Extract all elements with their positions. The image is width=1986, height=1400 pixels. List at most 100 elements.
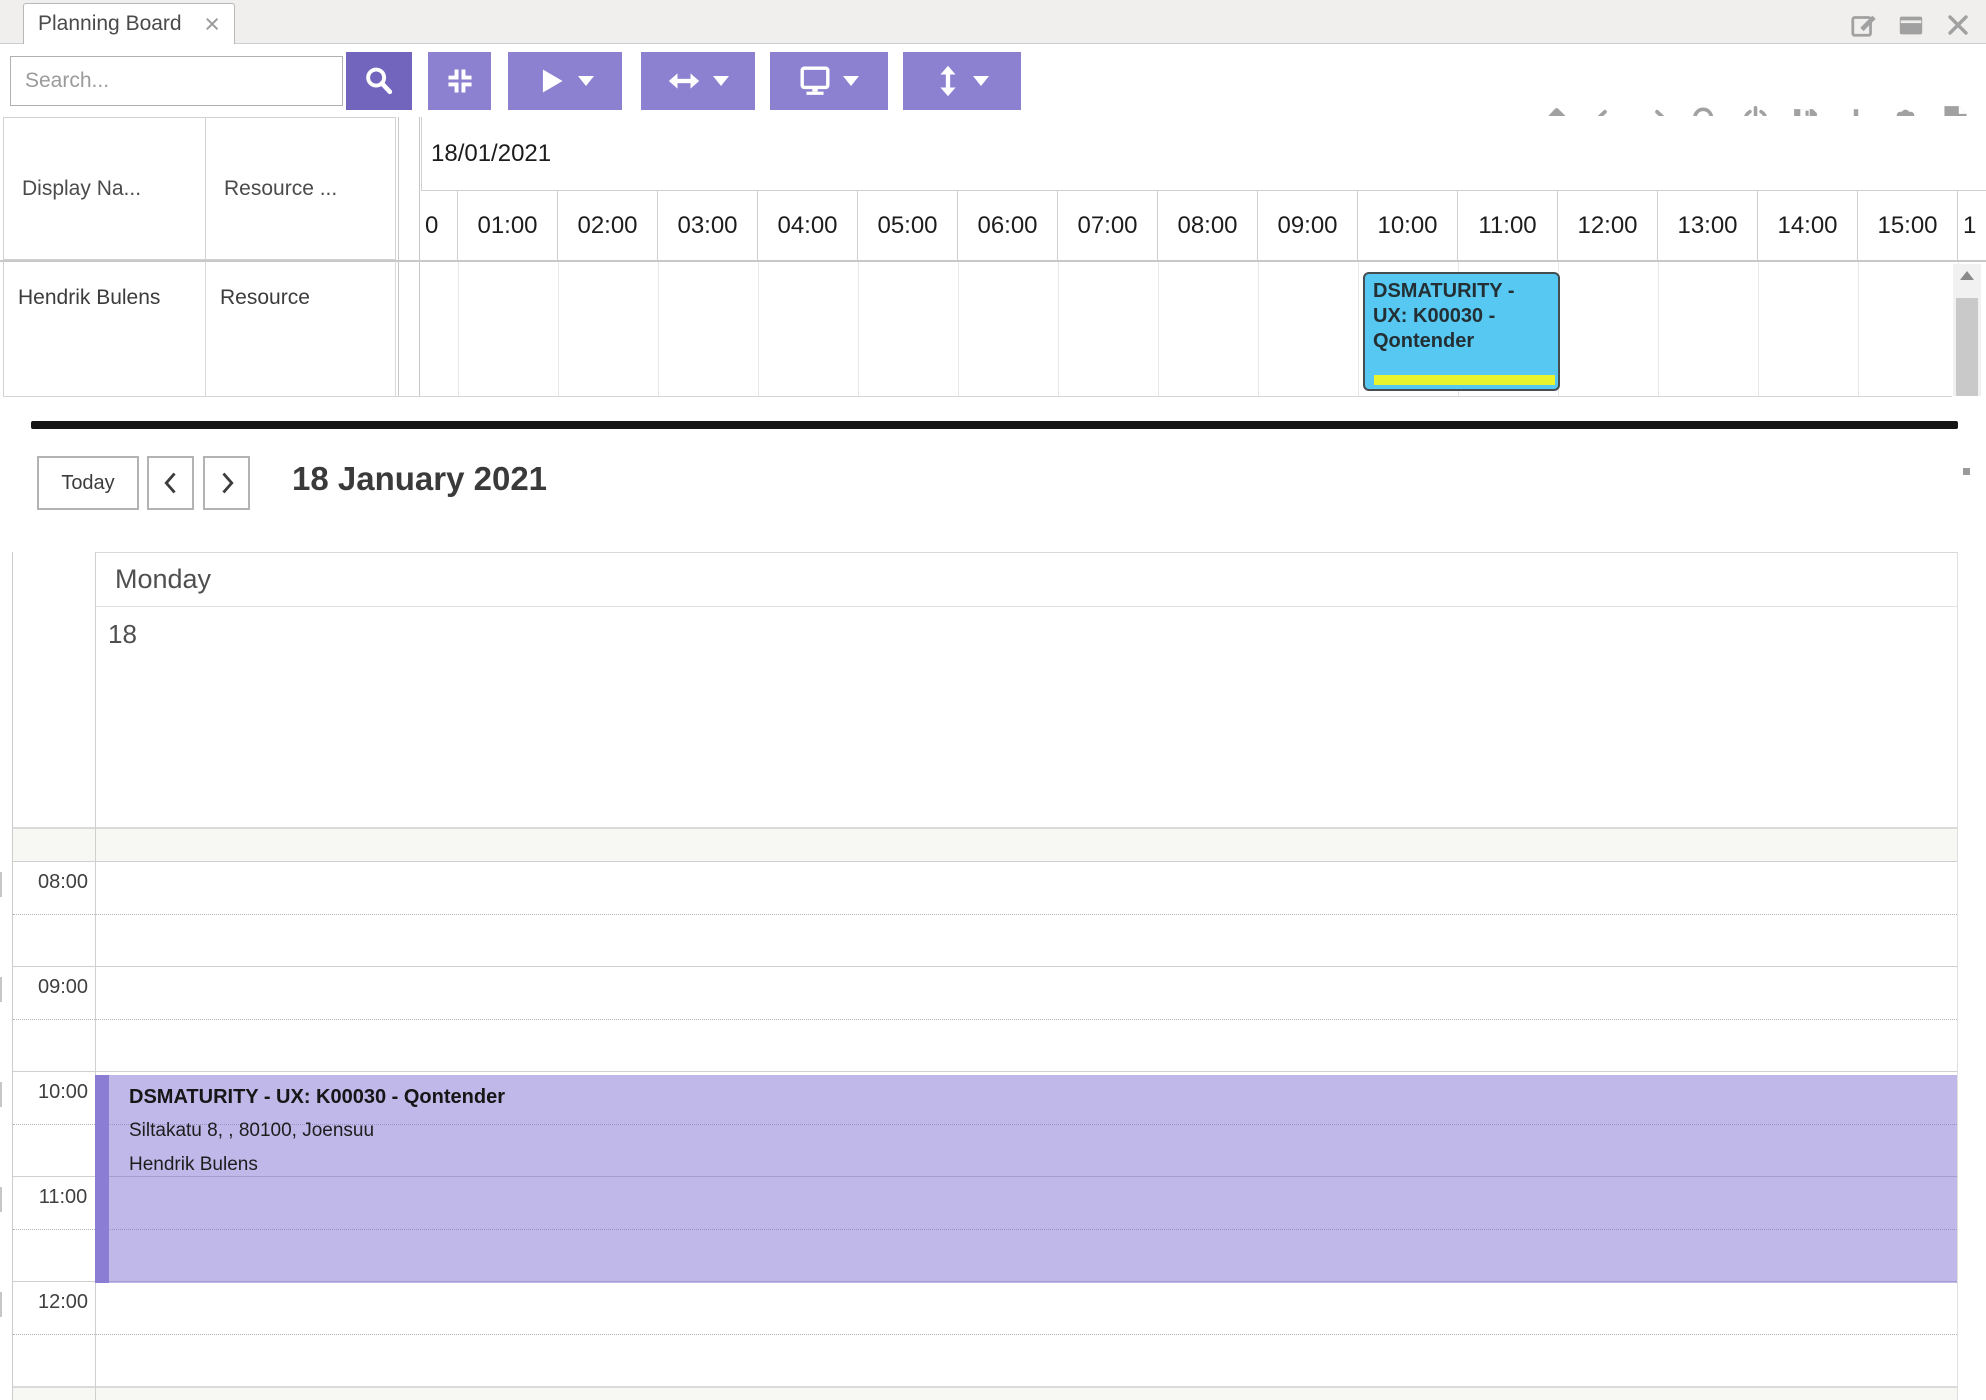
next-day-button[interactable]	[203, 456, 250, 510]
day-view-event[interactable]: DSMATURITY - UX: K00030 - Qontender Silt…	[95, 1075, 1957, 1283]
column-header-resource[interactable]: Resource ...	[205, 117, 396, 260]
event-title: DSMATURITY - UX: K00030 - Qontender	[129, 1086, 505, 1109]
scrollbar-thumb[interactable]	[1956, 298, 1978, 396]
column-header-display-name[interactable]: Display Na...	[3, 117, 205, 260]
chevron-down-icon	[843, 76, 859, 86]
ruler-tick	[0, 1082, 2, 1107]
tab-bar: Planning Board ×	[0, 0, 1986, 44]
hour-label: 11:00	[27, 1186, 99, 1209]
time-tick: 10:00	[1358, 191, 1458, 260]
chevron-down-icon	[578, 76, 594, 86]
hour-row-12[interactable]: 12:00	[13, 1281, 1957, 1386]
ruler-tick	[0, 1292, 2, 1317]
ruler-tick	[0, 977, 2, 1002]
event-text: DSMATURITY - UX: K00030 - Qontender Silt…	[129, 1086, 505, 1188]
time-tick: 01:00	[458, 191, 558, 260]
hour-row-08[interactable]: 08:00	[13, 861, 1957, 966]
today-label: Today	[61, 472, 114, 495]
scheduler-event-title: DSMATURITY - UX: K00030 - Qontender	[1373, 280, 1514, 352]
search-input[interactable]	[10, 56, 343, 106]
resource-cell-display-name: Hendrik Bulens	[3, 262, 205, 396]
resource-display-name: Hendrik Bulens	[18, 286, 160, 309]
vertical-fit-button[interactable]	[903, 52, 1021, 110]
half-hour-line	[13, 1019, 1957, 1020]
tab-close-icon[interactable]: ×	[204, 14, 220, 34]
day-number-label: 18	[108, 619, 137, 649]
timeline-hours-header: 0 01:00 02:00 03:00 04:00 05:00 06:00 07…	[421, 191, 1986, 260]
event-address: Siltakatu 8, , 80100, Joensuu	[129, 1120, 505, 1142]
time-tick: 0	[421, 191, 458, 260]
monitor-icon	[799, 65, 831, 97]
resource-type: Resource	[220, 286, 310, 309]
day-name-label: Monday	[115, 564, 211, 595]
time-tick: 12:00	[1558, 191, 1658, 260]
all-day-cell[interactable]: 18	[95, 607, 1957, 827]
timeline-date-header: 18/01/2021	[421, 117, 1986, 191]
half-hour-line	[13, 1334, 1957, 1335]
date-label: 18/01/2021	[431, 140, 551, 168]
hour-label: 10:00	[27, 1081, 99, 1104]
day-column-right-border	[1957, 552, 1958, 1400]
time-tick: 15:00	[1858, 191, 1958, 260]
day-view-title: 18 January 2021	[292, 460, 547, 498]
close-icon[interactable]	[1941, 8, 1974, 41]
compress-button[interactable]	[428, 52, 491, 110]
time-tick: 14:00	[1758, 191, 1858, 260]
half-hour-line	[13, 914, 1957, 915]
time-tick: 07:00	[1058, 191, 1158, 260]
timeline-row-grid[interactable]	[458, 262, 1986, 396]
time-tick: 1	[1958, 191, 1986, 260]
main-toolbar	[0, 44, 1986, 117]
window-icon[interactable]	[1894, 8, 1927, 41]
grid-splitter-line	[398, 117, 399, 396]
column-header-label: Resource ...	[224, 177, 337, 201]
scheduler-pane: Display Na... Resource ... Hendrik Bulen…	[0, 116, 1986, 397]
time-tick: 08:00	[1158, 191, 1258, 260]
time-tick: 02:00	[558, 191, 658, 260]
time-tick: 11:00	[1458, 191, 1558, 260]
play-button[interactable]	[508, 52, 622, 110]
next-section-band	[13, 1386, 1957, 1400]
horizontal-fit-button[interactable]	[641, 52, 755, 110]
hour-label: 12:00	[27, 1291, 99, 1314]
arrows-vertical-icon	[935, 64, 961, 98]
time-tick: 09:00	[1258, 191, 1358, 260]
scrollbar-up-icon[interactable]	[1960, 271, 1974, 280]
day-column-header: Monday	[95, 552, 1957, 607]
today-button[interactable]: Today	[37, 456, 139, 510]
magnifier-icon	[363, 65, 395, 97]
event-accent-bar	[95, 1075, 109, 1283]
screen-fit-button[interactable]	[770, 52, 888, 110]
window-controls	[1847, 8, 1974, 41]
event-progress-bar	[1374, 375, 1555, 385]
edit-icon[interactable]	[1847, 8, 1880, 41]
planning-board-window: Planning Board ×	[0, 0, 1986, 1400]
hour-label: 08:00	[27, 871, 99, 894]
grid-splitter[interactable]	[419, 117, 420, 396]
scheduler-scrollbar[interactable]	[1953, 264, 1981, 396]
time-tick: 13:00	[1658, 191, 1758, 260]
chevron-left-icon	[160, 470, 182, 496]
splitter-handle-dot	[1963, 468, 1970, 475]
ruler-tick	[0, 1187, 2, 1212]
hour-row-09[interactable]: 09:00	[13, 966, 1957, 1071]
arrows-horizontal-icon	[667, 68, 701, 94]
time-tick: 04:00	[758, 191, 858, 260]
ruler-tick	[0, 872, 2, 897]
time-tick: 06:00	[958, 191, 1058, 260]
prev-day-button[interactable]	[147, 456, 194, 510]
row-divider	[3, 396, 1952, 397]
compress-icon	[445, 66, 475, 96]
chevron-down-icon	[713, 76, 729, 86]
hour-label: 09:00	[27, 976, 99, 999]
play-icon	[536, 66, 566, 96]
time-tick: 05:00	[858, 191, 958, 260]
tab-planning-board[interactable]: Planning Board ×	[23, 3, 235, 44]
chevron-down-icon	[973, 76, 989, 86]
chevron-right-icon	[216, 470, 238, 496]
column-header-label: Display Na...	[22, 177, 141, 201]
time-tick: 03:00	[658, 191, 758, 260]
scheduler-event[interactable]: DSMATURITY - UX: K00030 - Qontender	[1363, 272, 1560, 391]
pane-splitter[interactable]	[31, 421, 1958, 429]
search-button[interactable]	[346, 52, 412, 110]
